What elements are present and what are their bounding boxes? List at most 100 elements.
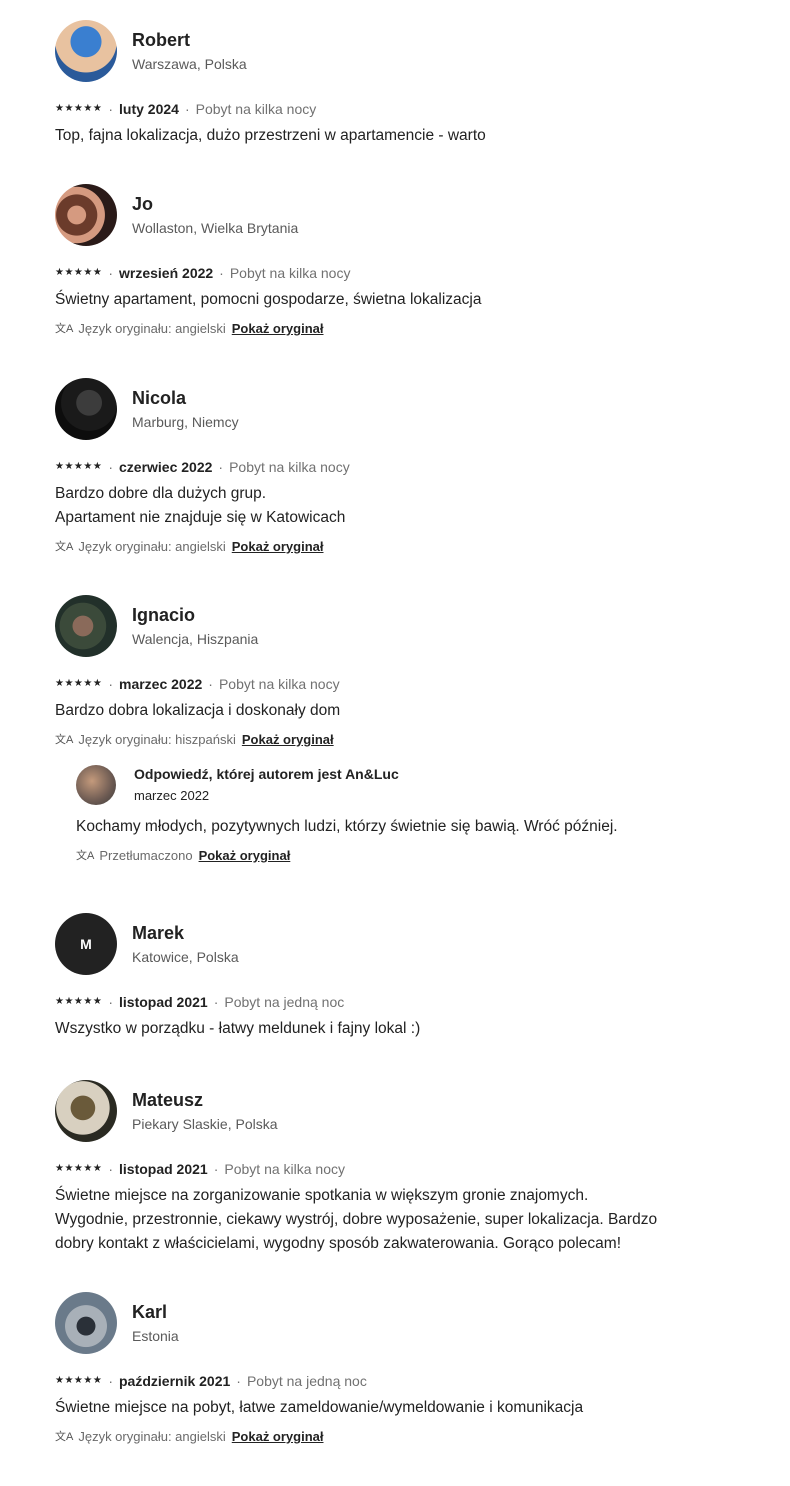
stay-length: Pobyt na kilka nocy: [229, 459, 350, 475]
avatar[interactable]: [55, 184, 117, 246]
translate-icon: 文A: [55, 734, 74, 746]
stay-length: Pobyt na jedną noc: [246, 1373, 367, 1389]
review-meta: ★★★★★ · marzec 2022 · Pobyt na kilka noc…: [55, 675, 775, 693]
review-text: Świetny apartament, pomocni gospodarze, …: [55, 291, 482, 308]
stay-length: Pobyt na kilka nocy: [224, 1161, 345, 1177]
reviewer-name: Karl: [132, 1302, 168, 1322]
review-text: Bardzo dobra lokalizacja i doskonały dom: [55, 702, 341, 719]
review-item: Karl Estonia ★★★★★ · październik 2021 · …: [55, 1292, 775, 1446]
reviewer-header: Robert Warszawa, Polska: [55, 20, 775, 82]
reviewer-location: Walencja, Hiszpania: [132, 631, 259, 647]
rating-stars-icon: ★★★★★: [55, 1375, 103, 1386]
separator-dot: ·: [108, 676, 113, 692]
host-response-date: marzec 2022: [134, 788, 210, 803]
reviewer-location: Wollaston, Wielka Brytania: [132, 220, 299, 236]
translation-note: 文A Przetłumaczono Pokaż oryginał: [76, 847, 756, 865]
review-text: Świetne miejsce na zorganizowanie spotka…: [55, 1187, 658, 1252]
separator-dot: ·: [108, 994, 113, 1010]
review-date: czerwiec 2022: [119, 459, 213, 475]
review-meta: ★★★★★ · listopad 2021 · Pobyt na jedną n…: [55, 993, 775, 1011]
translation-note: 文A Język oryginału: angielski Pokaż oryg…: [55, 538, 775, 556]
translation-note: 文A Język oryginału: hiszpański Pokaż ory…: [55, 731, 775, 749]
host-response: Odpowiedź, której autorem jest An&Luc ma…: [76, 765, 756, 865]
review-text: Świetne miejsce na pobyt, łatwe zameldow…: [55, 1399, 584, 1416]
review-item: Nicola Marburg, Niemcy ★★★★★ · czerwiec …: [55, 378, 775, 556]
avatar[interactable]: [55, 1292, 117, 1354]
separator-dot: ·: [108, 1373, 113, 1389]
original-language: Język oryginału: angielski: [78, 321, 226, 336]
separator-dot: ·: [184, 101, 190, 117]
review-item: Robert Warszawa, Polska ★★★★★ · luty 202…: [55, 20, 775, 148]
translate-icon: 文A: [55, 541, 74, 553]
review-date: listopad 2021: [119, 1161, 208, 1177]
stay-length: Pobyt na kilka nocy: [229, 265, 351, 281]
reviewer-location: Warszawa, Polska: [132, 56, 247, 72]
review-item: M Marek Katowice, Polska ★★★★★ · listopa…: [55, 913, 775, 1041]
reviewer-location: Marburg, Niemcy: [132, 414, 239, 430]
reviewer-name: Mateusz: [132, 1090, 204, 1110]
reviewer-location: Piekary Slaskie, Polska: [132, 1116, 278, 1132]
show-original-link[interactable]: Pokaż oryginał: [232, 1428, 324, 1446]
review-meta: ★★★★★ · listopad 2021 · Pobyt na kilka n…: [55, 1160, 775, 1178]
review-item: Ignacio Walencja, Hiszpania ★★★★★ · marz…: [55, 595, 775, 865]
avatar[interactable]: [55, 1080, 117, 1142]
avatar-initial: M: [80, 936, 92, 952]
show-original-link[interactable]: Pokaż oryginał: [199, 847, 291, 865]
review-date: październik 2021: [119, 1373, 231, 1389]
translation-note: 文A Język oryginału: angielski Pokaż oryg…: [55, 320, 775, 338]
separator-dot: ·: [108, 1161, 113, 1177]
reviewer-name: Ignacio: [132, 605, 196, 625]
separator-dot: ·: [208, 676, 213, 692]
original-language: Język oryginału: angielski: [78, 539, 226, 554]
reviews-list: Robert Warszawa, Polska ★★★★★ · luty 202…: [0, 0, 790, 1486]
review-text: Wszystko w porządku - łatwy meldunek i f…: [55, 1020, 421, 1037]
review-date: luty 2024: [119, 101, 179, 117]
translate-icon: 文A: [55, 1431, 74, 1443]
host-avatar[interactable]: [76, 765, 116, 805]
translate-icon: 文A: [76, 850, 95, 862]
review-date: listopad 2021: [119, 994, 208, 1010]
review-item: Jo Wollaston, Wielka Brytania ★★★★★ · wr…: [55, 184, 775, 338]
avatar[interactable]: [55, 20, 117, 82]
reviewer-header: Jo Wollaston, Wielka Brytania: [55, 184, 775, 246]
reviewer-header: Karl Estonia: [55, 1292, 775, 1354]
rating-stars-icon: ★★★★★: [55, 1163, 103, 1174]
show-original-link[interactable]: Pokaż oryginał: [242, 731, 334, 749]
reviewer-name: Robert: [132, 30, 190, 50]
rating-stars-icon: ★★★★★: [55, 996, 103, 1007]
avatar[interactable]: [55, 378, 117, 440]
original-language: Język oryginału: hiszpański: [78, 732, 236, 747]
host-response-header: Odpowiedź, której autorem jest An&Luc ma…: [76, 765, 756, 805]
avatar[interactable]: M: [55, 913, 117, 975]
rating-stars-icon: ★★★★★: [55, 267, 103, 278]
original-language: Język oryginału: angielski: [78, 1429, 226, 1444]
host-response-title: Odpowiedź, której autorem jest An&Luc: [134, 766, 399, 782]
reviewer-header: Mateusz Piekary Slaskie, Polska: [55, 1080, 775, 1142]
reviewer-header: M Marek Katowice, Polska: [55, 913, 775, 975]
separator-dot: ·: [213, 994, 219, 1010]
review-text: Top, fajna lokalizacja, dużo przestrzeni…: [55, 127, 486, 144]
show-original-link[interactable]: Pokaż oryginał: [232, 320, 324, 338]
separator-dot: ·: [108, 459, 113, 475]
reviewer-header: Ignacio Walencja, Hiszpania: [55, 595, 775, 657]
show-original-link[interactable]: Pokaż oryginał: [232, 538, 324, 556]
review-meta: ★★★★★ · wrzesień 2022 · Pobyt na kilka n…: [55, 264, 775, 282]
translate-icon: 文A: [55, 323, 74, 335]
separator-dot: ·: [218, 459, 224, 475]
review-date: wrzesień 2022: [119, 265, 214, 281]
review-meta: ★★★★★ · czerwiec 2022 · Pobyt na kilka n…: [55, 458, 775, 476]
host-response-text: Kochamy młodych, pozytywnych ludzi, któr…: [76, 818, 618, 835]
review-meta: ★★★★★ · luty 2024 · Pobyt na kilka nocy: [55, 100, 775, 118]
rating-stars-icon: ★★★★★: [55, 461, 103, 472]
avatar[interactable]: [55, 595, 117, 657]
translation-note: 文A Język oryginału: angielski Pokaż oryg…: [55, 1428, 775, 1446]
reviewer-name: Marek: [132, 923, 185, 943]
separator-dot: ·: [213, 1161, 219, 1177]
review-item: Mateusz Piekary Slaskie, Polska ★★★★★ · …: [55, 1080, 775, 1256]
separator-dot: ·: [236, 1373, 241, 1389]
stay-length: Pobyt na kilka nocy: [218, 676, 340, 692]
separator-dot: ·: [108, 265, 113, 281]
separator-dot: ·: [219, 265, 224, 281]
review-meta: ★★★★★ · październik 2021 · Pobyt na jedn…: [55, 1372, 775, 1390]
reviewer-name: Jo: [132, 194, 154, 214]
